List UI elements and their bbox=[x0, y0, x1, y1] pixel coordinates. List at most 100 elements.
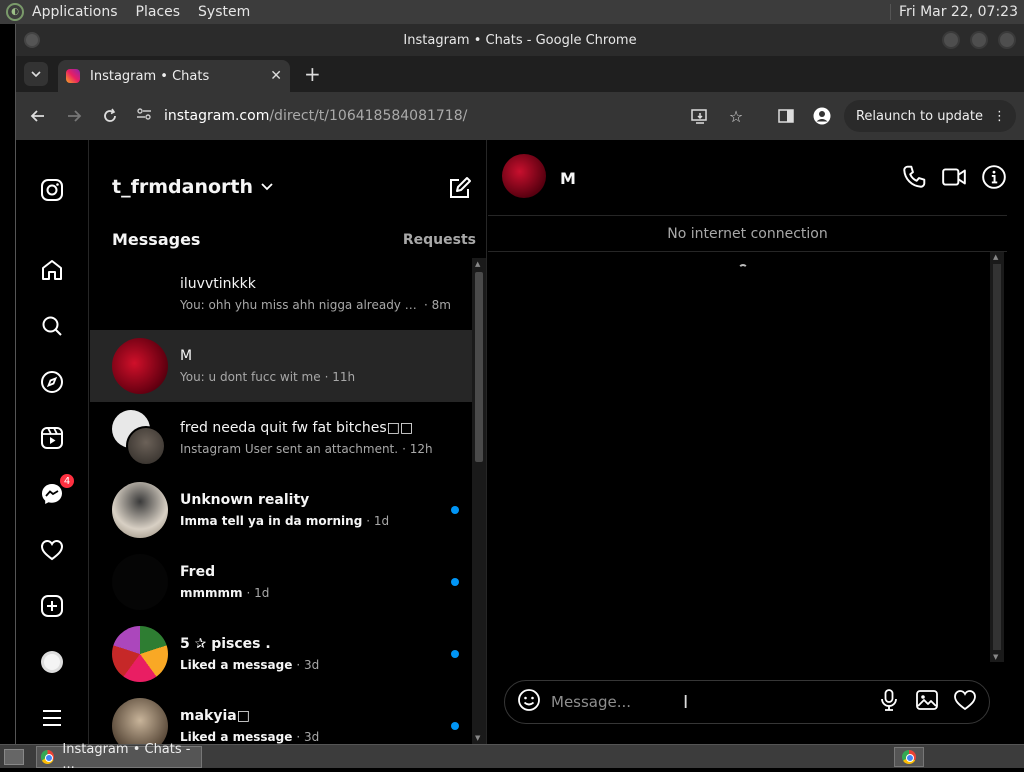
minimize-button[interactable] bbox=[942, 31, 960, 49]
thread-item[interactable]: M You: u dont fucc wit me · 11h bbox=[90, 330, 473, 402]
chat-scrollbar[interactable]: ▲ ▼ bbox=[990, 252, 1004, 662]
thread-item[interactable]: iluvvtinkkk You: ohh yhu miss ahh nigga … bbox=[90, 258, 473, 330]
relaunch-to-update-button[interactable]: Relaunch to update ⋮ bbox=[843, 100, 1016, 132]
avatar bbox=[112, 698, 168, 744]
close-window-button[interactable] bbox=[998, 31, 1016, 49]
add-photo-icon[interactable] bbox=[915, 688, 939, 716]
thread-name: fred needa quit fw fat bitches□□ bbox=[180, 420, 414, 436]
chat-panel: M No internet connection ▲ ▼ Message... … bbox=[488, 140, 1024, 744]
address-bar[interactable]: instagram.com/direct/t/106418584081718/ bbox=[136, 99, 686, 133]
scrollbar-thumb[interactable] bbox=[475, 272, 483, 462]
relaunch-label: Relaunch to update bbox=[855, 108, 983, 124]
chevron-down-icon bbox=[261, 183, 273, 191]
thread-item[interactable]: Fred mmmmm · 1d bbox=[90, 546, 473, 618]
chrome-icon bbox=[902, 749, 916, 764]
text-cursor-icon: I bbox=[683, 692, 689, 713]
show-desktop-icon[interactable] bbox=[4, 748, 24, 765]
scroll-down-arrow-icon[interactable]: ▼ bbox=[475, 734, 480, 742]
search-icon[interactable] bbox=[38, 312, 66, 340]
back-icon[interactable] bbox=[24, 102, 52, 130]
connection-status: No internet connection bbox=[488, 216, 1007, 252]
audio-call-icon[interactable] bbox=[901, 164, 927, 194]
thread-preview: Imma tell ya in da morning · 1d bbox=[180, 514, 390, 528]
notifications-heart-icon[interactable] bbox=[38, 536, 66, 564]
instagram-logo-icon[interactable] bbox=[38, 176, 66, 204]
forward-icon[interactable] bbox=[60, 102, 88, 130]
avatar bbox=[112, 626, 168, 682]
scrollbar-thumb[interactable] bbox=[993, 264, 1001, 650]
inbox-panel: t_frmdanorth Messages Requests iluvvtink… bbox=[90, 140, 487, 744]
home-icon[interactable] bbox=[38, 256, 66, 284]
site-info-icon[interactable] bbox=[136, 107, 152, 125]
instagram-favicon-icon bbox=[66, 69, 80, 83]
new-tab-button[interactable]: + bbox=[304, 62, 321, 86]
unread-indicator bbox=[451, 506, 459, 514]
browser-toolbar: instagram.com/direct/t/106418584081718/ … bbox=[16, 92, 1024, 140]
browser-window: Instagram • Chats - Google Chrome Instag… bbox=[15, 24, 1024, 744]
emoji-icon[interactable] bbox=[517, 688, 541, 716]
voice-message-icon[interactable] bbox=[877, 688, 901, 716]
thread-name: Unknown reality bbox=[180, 492, 310, 508]
nav-rail: 4 bbox=[16, 140, 89, 744]
chat-avatar[interactable] bbox=[502, 154, 546, 198]
message-input[interactable] bbox=[551, 693, 877, 711]
thread-name: Fred bbox=[180, 564, 216, 580]
more-menu-icon[interactable]: ⋮ bbox=[993, 109, 1006, 124]
window-titlebar[interactable]: Instagram • Chats - Google Chrome bbox=[16, 24, 1024, 56]
messenger-icon[interactable]: 4 bbox=[38, 472, 76, 508]
thread-item[interactable]: fred needa quit fw fat bitches□□ Instagr… bbox=[90, 402, 473, 474]
thread-name: iluvvtinkkk bbox=[180, 276, 256, 292]
tab-strip: Instagram • Chats ✕ + bbox=[16, 56, 1024, 92]
thread-item[interactable]: makyia□ Liked a message · 3d bbox=[90, 690, 473, 744]
taskbar-chrome-window[interactable]: Instagram • Chats - ... bbox=[36, 742, 202, 772]
tab-title: Instagram • Chats bbox=[90, 68, 210, 84]
requests-link[interactable]: Requests bbox=[403, 232, 476, 248]
chrome-icon bbox=[41, 749, 55, 764]
reels-icon[interactable] bbox=[38, 424, 66, 452]
menu-places[interactable]: Places bbox=[136, 4, 181, 20]
username: t_frmdanorth bbox=[112, 176, 253, 198]
thread-list-scrollbar[interactable]: ▲ ▼ bbox=[472, 258, 486, 744]
new-message-icon[interactable] bbox=[448, 176, 472, 204]
clock[interactable]: Fri Mar 22, 07:23 bbox=[889, 4, 1018, 20]
thread-preview: Instagram User sent an attachment. · 12h bbox=[180, 442, 433, 456]
more-menu-hamburger-icon[interactable] bbox=[38, 704, 66, 732]
desktop-top-panel: ◐ Applications Places System Fri Mar 22,… bbox=[0, 0, 1024, 24]
side-panel-icon[interactable] bbox=[772, 102, 800, 130]
install-app-icon[interactable] bbox=[686, 102, 714, 130]
menu-system[interactable]: System bbox=[198, 4, 250, 20]
like-heart-icon[interactable] bbox=[953, 688, 977, 716]
window-menu-button[interactable] bbox=[24, 32, 40, 48]
avatar bbox=[112, 338, 168, 394]
create-icon[interactable] bbox=[38, 592, 66, 620]
profile-avatar-icon[interactable] bbox=[38, 648, 66, 676]
tab-search-button[interactable] bbox=[24, 62, 48, 86]
scroll-up-arrow-icon[interactable]: ▲ bbox=[475, 260, 480, 268]
tab-instagram[interactable]: Instagram • Chats ✕ bbox=[58, 60, 290, 92]
unread-indicator bbox=[451, 722, 459, 730]
video-call-icon[interactable] bbox=[941, 164, 967, 194]
maximize-button[interactable] bbox=[970, 31, 988, 49]
close-tab-icon[interactable]: ✕ bbox=[270, 68, 282, 84]
avatar bbox=[112, 554, 168, 610]
thread-preview: Liked a message · 3d bbox=[180, 730, 320, 744]
os-logo-icon[interactable]: ◐ bbox=[6, 3, 24, 21]
url-path: /direct/t/106418584081718/ bbox=[269, 108, 468, 124]
window-title: Instagram • Chats - Google Chrome bbox=[403, 32, 637, 48]
explore-icon[interactable] bbox=[38, 368, 66, 396]
account-switcher[interactable]: t_frmdanorth bbox=[112, 176, 273, 198]
scroll-down-arrow-icon[interactable]: ▼ bbox=[993, 653, 998, 661]
message-composer: I bbox=[504, 680, 990, 724]
menu-applications[interactable]: Applications bbox=[32, 4, 118, 20]
workspace-switcher[interactable] bbox=[894, 746, 924, 767]
bookmark-star-icon[interactable]: ☆ bbox=[722, 102, 750, 130]
scroll-up-arrow-icon[interactable]: ▲ bbox=[993, 253, 998, 261]
reload-icon[interactable] bbox=[96, 102, 124, 130]
profile-icon[interactable] bbox=[808, 102, 836, 130]
conversation-info-icon[interactable] bbox=[981, 164, 1007, 194]
chat-name[interactable]: M bbox=[560, 169, 576, 188]
thread-item[interactable]: Unknown reality Imma tell ya in da morni… bbox=[90, 474, 473, 546]
instagram-page: 4 t_frmdanorth Messages Requests iluvvti… bbox=[16, 140, 1024, 744]
thread-preview: mmmmm · 1d bbox=[180, 586, 270, 600]
thread-item[interactable]: 5 ✰ pisces . Liked a message · 3d bbox=[90, 618, 473, 690]
